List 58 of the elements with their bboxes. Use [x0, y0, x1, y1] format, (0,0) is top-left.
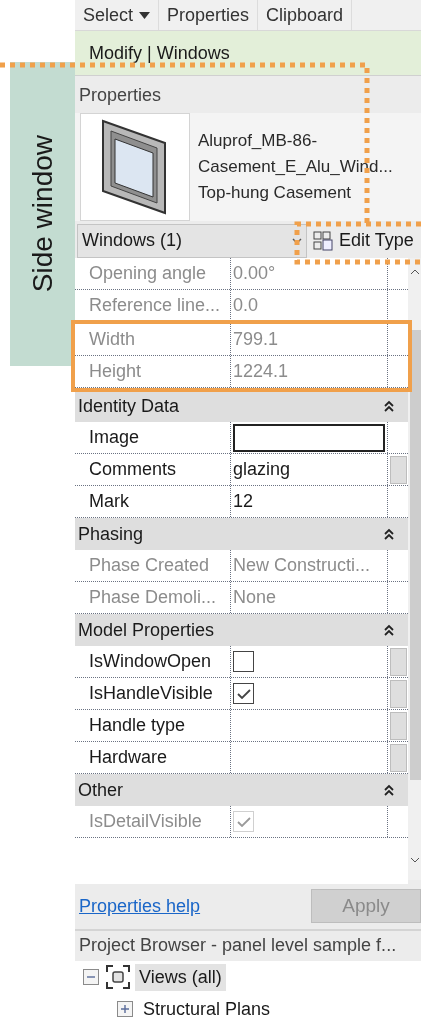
tree-item[interactable]: Views (all): [135, 963, 226, 991]
panel-title: Properties: [79, 84, 162, 107]
property-value: None: [233, 586, 277, 610]
property-value: 1224.1: [233, 360, 289, 384]
property-name: Handle type: [89, 714, 186, 738]
expand-toggle[interactable]: [117, 1001, 133, 1017]
property-name: Image: [89, 426, 140, 450]
collapse-icon[interactable]: [384, 528, 394, 541]
edit-button[interactable]: [389, 679, 407, 708]
group-header[interactable]: Identity Data: [75, 390, 408, 423]
edit-type-button[interactable]: Edit Type: [313, 227, 414, 255]
property-name: Hardware: [89, 746, 168, 770]
properties-help-link[interactable]: Properties help: [79, 892, 201, 920]
edit-button[interactable]: [389, 455, 407, 484]
edit-button[interactable]: [389, 711, 407, 740]
group-header[interactable]: Other: [75, 774, 408, 807]
checkbox[interactable]: [233, 683, 254, 705]
property-name: Opening angle: [89, 262, 207, 286]
property-name: Phase Demoli...: [89, 586, 217, 610]
property-name: Phase Created: [89, 554, 210, 578]
edit-button[interactable]: [389, 743, 407, 772]
property-name: IsWindowOpen: [89, 650, 212, 674]
property-name: Height: [89, 360, 142, 384]
collapse-icon[interactable]: [384, 400, 394, 413]
property-name: Reference line...: [89, 294, 221, 318]
edit-button[interactable]: [389, 647, 407, 676]
collapse-icon[interactable]: [384, 624, 394, 637]
property-name: Width: [89, 328, 135, 352]
check-icon: [236, 816, 251, 827]
ribbon-tab[interactable]: Select: [75, 0, 160, 31]
collapse-toggle[interactable]: [83, 969, 99, 985]
ribbon-tab[interactable]: Properties: [159, 0, 259, 31]
checkbox[interactable]: [233, 651, 254, 673]
chevron-down-icon: [292, 237, 302, 244]
property-value: glazing: [233, 458, 291, 482]
ribbon-tab[interactable]: Clipboard: [258, 0, 353, 31]
tree-item[interactable]: Structural Plans: [139, 995, 275, 1023]
view-cube-icon: [105, 964, 131, 990]
plus-icon: [120, 1004, 130, 1014]
group-header[interactable]: Phasing: [75, 518, 408, 551]
property-value: 12: [233, 490, 254, 514]
annotation-label: Side window: [10, 62, 75, 366]
edit-type-icon: [313, 230, 333, 251]
collapse-icon[interactable]: [384, 784, 394, 797]
property-name: Comments: [89, 458, 177, 482]
property-name: Mark: [89, 490, 129, 514]
property-name: IsHandleVisible: [89, 682, 213, 706]
browser-title: Project Browser - panel level sample f...: [79, 934, 397, 958]
property-value: 0.00°: [233, 262, 276, 286]
instance-dropdown[interactable]: Windows (1): [77, 223, 307, 258]
image-field[interactable]: [233, 423, 385, 452]
check-icon: [236, 688, 251, 699]
property-value: New Constructi...: [233, 554, 371, 578]
property-name: IsDetailVisible: [89, 810, 202, 834]
caret-icon: [139, 11, 151, 19]
property-value: 799.1: [233, 328, 279, 352]
property-value: 0.0: [233, 294, 259, 318]
group-header[interactable]: Model Properties: [75, 614, 408, 647]
